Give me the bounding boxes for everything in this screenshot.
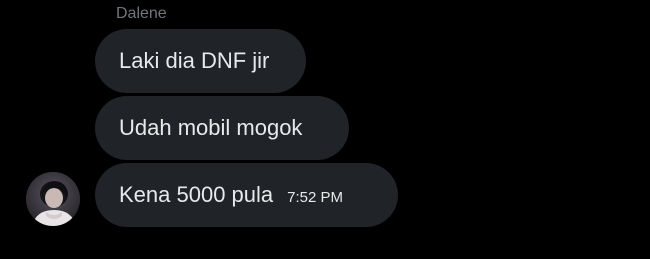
message-bubble[interactable]: Kena 5000 pula 7:52 PM	[95, 163, 398, 227]
message-bubble[interactable]: Udah mobil mogok	[95, 96, 349, 160]
message-text: Udah mobil mogok	[119, 115, 303, 140]
message-timestamp: 7:52 PM	[287, 188, 344, 206]
sender-name: Dalene	[116, 5, 167, 22]
message-text: Kena 5000 pula	[119, 182, 274, 207]
avatar-image	[26, 172, 80, 226]
message-text: Laki dia DNF jir	[119, 48, 270, 73]
message-bubble[interactable]: Laki dia DNF jir	[95, 29, 306, 93]
avatar[interactable]	[26, 172, 80, 226]
